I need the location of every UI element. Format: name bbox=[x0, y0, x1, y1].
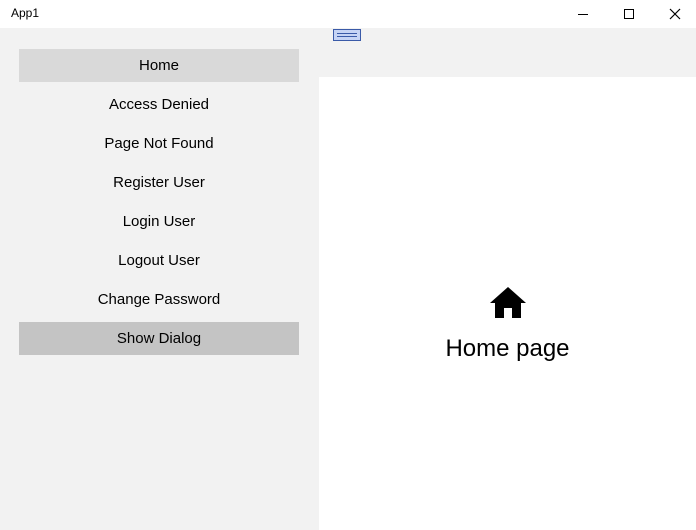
maximize-button[interactable] bbox=[606, 0, 652, 28]
sidebar-item-label: Logout User bbox=[118, 252, 200, 269]
sidebar-item-register-user[interactable]: Register User bbox=[19, 166, 299, 199]
sidebar-item-logout-user[interactable]: Logout User bbox=[19, 244, 299, 277]
sidebar-item-show-dialog[interactable]: Show Dialog bbox=[19, 322, 299, 355]
minimize-button[interactable] bbox=[560, 0, 606, 28]
sidebar-item-home[interactable]: Home bbox=[19, 49, 299, 82]
sidebar-item-label: Change Password bbox=[97, 291, 221, 308]
sidebar-item-label: Access Denied bbox=[108, 96, 210, 113]
title-bar[interactable]: App1 bbox=[0, 0, 696, 28]
close-button[interactable] bbox=[652, 0, 696, 28]
sidebar-item-login-user[interactable]: Login User bbox=[19, 205, 299, 238]
sidebar-item-label: Login User bbox=[122, 213, 196, 230]
content-area: Home page bbox=[319, 77, 696, 530]
handle-line bbox=[337, 36, 357, 37]
sidebar-item-label: Home bbox=[138, 57, 179, 74]
window-title: App1 bbox=[11, 6, 40, 20]
close-icon bbox=[669, 8, 681, 20]
page-title: Home page bbox=[445, 335, 570, 362]
home-icon bbox=[490, 287, 526, 318]
app-window: App1 Home Access Denied Page Not Found R… bbox=[0, 0, 696, 530]
maximize-icon bbox=[624, 9, 634, 19]
drag-handle[interactable] bbox=[333, 29, 361, 41]
sidebar-item-label: Register User bbox=[113, 174, 205, 191]
sidebar-item-access-denied[interactable]: Access Denied bbox=[19, 88, 299, 121]
sidebar-item-label: Show Dialog bbox=[116, 330, 202, 347]
sidebar-item-change-password[interactable]: Change Password bbox=[19, 283, 299, 316]
minimize-icon bbox=[578, 14, 588, 15]
header-strip bbox=[319, 28, 696, 77]
sidebar-item-label: Page Not Found bbox=[104, 135, 214, 152]
sidebar-item-page-not-found[interactable]: Page Not Found bbox=[19, 127, 299, 160]
handle-line bbox=[337, 33, 357, 34]
